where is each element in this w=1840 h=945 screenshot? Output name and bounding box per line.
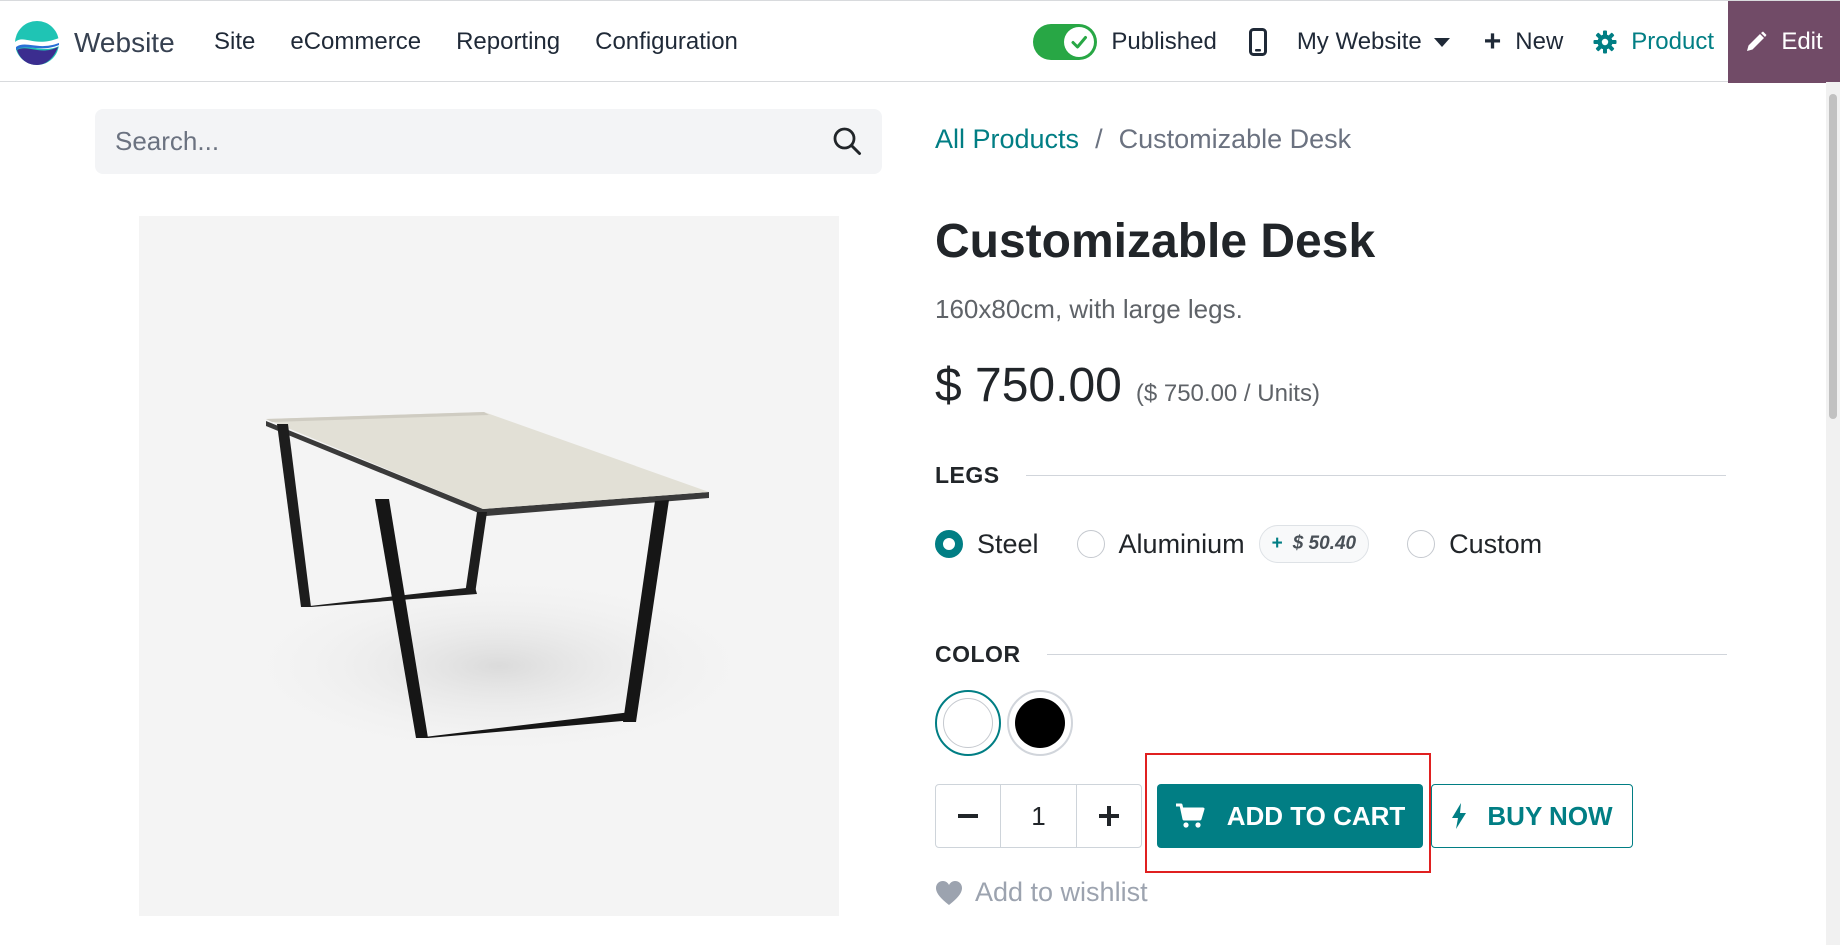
product-image[interactable] (139, 216, 839, 916)
product-button[interactable]: Product (1593, 28, 1714, 56)
shopping-cart-icon (1175, 803, 1205, 828)
check-icon (1071, 36, 1088, 49)
color-swatches (935, 690, 1079, 756)
legs-options: Steel Aluminium + $ 50.40 Custom (935, 525, 1580, 563)
plus-icon (1099, 806, 1119, 826)
extra-price-amount: $ 50.40 (1292, 533, 1357, 554)
add-to-cart-button[interactable]: ADD TO CART (1157, 784, 1423, 848)
color-swatch-white[interactable] (935, 690, 1001, 756)
radio-steel[interactable] (935, 530, 963, 558)
main-menu: Site eCommerce Reporting Configuration (214, 1, 773, 83)
wishlist-label: Add to wishlist (975, 877, 1148, 907)
right-toolbar: Published My Website + New Product Edit (1033, 1, 1840, 83)
menu-item-configuration[interactable]: Configuration (595, 28, 738, 56)
website-switcher-label: My Website (1296, 28, 1422, 55)
breadcrumb-all-products[interactable]: All Products (935, 124, 1079, 155)
product-price: $ 750.00 (935, 359, 1122, 412)
scrollbar-thumb[interactable] (1829, 94, 1837, 419)
breadcrumb-current: Customizable Desk (1118, 124, 1352, 154)
color-section-header: COLOR (935, 641, 1727, 668)
page-scrollbar[interactable] (1826, 82, 1840, 945)
quantity-stepper (935, 784, 1142, 848)
unit-price: ($ 750.00 / Units) (1135, 380, 1320, 407)
quantity-input[interactable] (1000, 785, 1077, 847)
pencil-icon (1747, 31, 1767, 51)
gear-icon (1593, 30, 1617, 54)
legs-option-aluminium[interactable]: Aluminium + $ 50.40 (1076, 525, 1370, 563)
bolt-icon (1452, 803, 1467, 829)
swatch-dot-white (943, 698, 993, 748)
search-icon[interactable] (832, 126, 862, 156)
decrease-quantity-button[interactable] (936, 785, 1000, 847)
menu-item-reporting[interactable]: Reporting (456, 28, 560, 56)
caret-down-icon (1433, 37, 1450, 47)
swatch-dot-black (1015, 698, 1065, 748)
extra-price-badge: + $ 50.40 (1258, 525, 1370, 563)
extra-price-sign: + (1271, 533, 1283, 554)
legs-option-label: Custom (1449, 528, 1543, 559)
increase-quantity-button[interactable] (1077, 785, 1141, 847)
published-label: Published (1111, 28, 1217, 55)
toggle-knob (1064, 27, 1095, 57)
radio-aluminium[interactable] (1076, 530, 1105, 558)
new-button[interactable]: + New (1484, 27, 1564, 57)
breadcrumb-separator: / (1095, 124, 1103, 154)
minus-icon (958, 814, 978, 818)
product-search (95, 109, 882, 174)
edit-button[interactable]: Edit (1728, 1, 1840, 83)
legs-divider (1025, 475, 1726, 476)
color-divider (1046, 654, 1727, 655)
top-navbar: Website Site eCommerce Reporting Configu… (0, 0, 1840, 83)
edit-label: Edit (1781, 28, 1823, 55)
new-label: New (1515, 28, 1564, 55)
legs-option-label: Aluminium (1118, 528, 1245, 559)
color-swatch-black[interactable] (1007, 690, 1073, 756)
menu-item-ecommerce[interactable]: eCommerce (290, 28, 421, 56)
plus-icon: + (1483, 25, 1502, 58)
legs-label: LEGS (935, 462, 1000, 488)
brand-label: Website (74, 27, 175, 58)
price-row: $ 750.00 ($ 750.00 / Units) (935, 358, 1320, 413)
website-logo-icon (15, 21, 59, 65)
product-title: Customizable Desk (935, 215, 1376, 268)
buy-now-button[interactable]: BUY NOW (1431, 784, 1633, 848)
color-label: COLOR (935, 641, 1021, 667)
website-switcher[interactable]: My Website (1297, 28, 1450, 56)
mobile-preview-button[interactable] (1248, 28, 1267, 56)
product-description: 160x80cm, with large legs. (935, 294, 1243, 324)
published-toggle[interactable]: Published (1033, 24, 1217, 60)
legs-option-custom[interactable]: Custom (1407, 529, 1542, 560)
menu-item-site[interactable]: Site (214, 28, 255, 56)
desk-illustration (139, 216, 839, 916)
search-input[interactable] (115, 126, 795, 157)
legs-option-label: Steel (977, 528, 1039, 559)
radio-custom[interactable] (1407, 530, 1436, 558)
breadcrumb: All Products / Customizable Desk (935, 124, 1351, 155)
add-to-cart-label: ADD TO CART (1226, 800, 1406, 831)
legs-section-header: LEGS (935, 462, 1726, 489)
heart-icon (936, 880, 962, 905)
legs-option-steel[interactable]: Steel (935, 529, 1039, 560)
brand[interactable]: Website (14, 19, 175, 67)
toggle-switch[interactable] (1033, 24, 1098, 60)
mobile-phone-icon (1248, 28, 1267, 56)
add-to-wishlist-link[interactable]: Add to wishlist (935, 877, 1148, 908)
buy-now-label: BUY NOW (1487, 800, 1613, 831)
product-label: Product (1631, 28, 1714, 55)
